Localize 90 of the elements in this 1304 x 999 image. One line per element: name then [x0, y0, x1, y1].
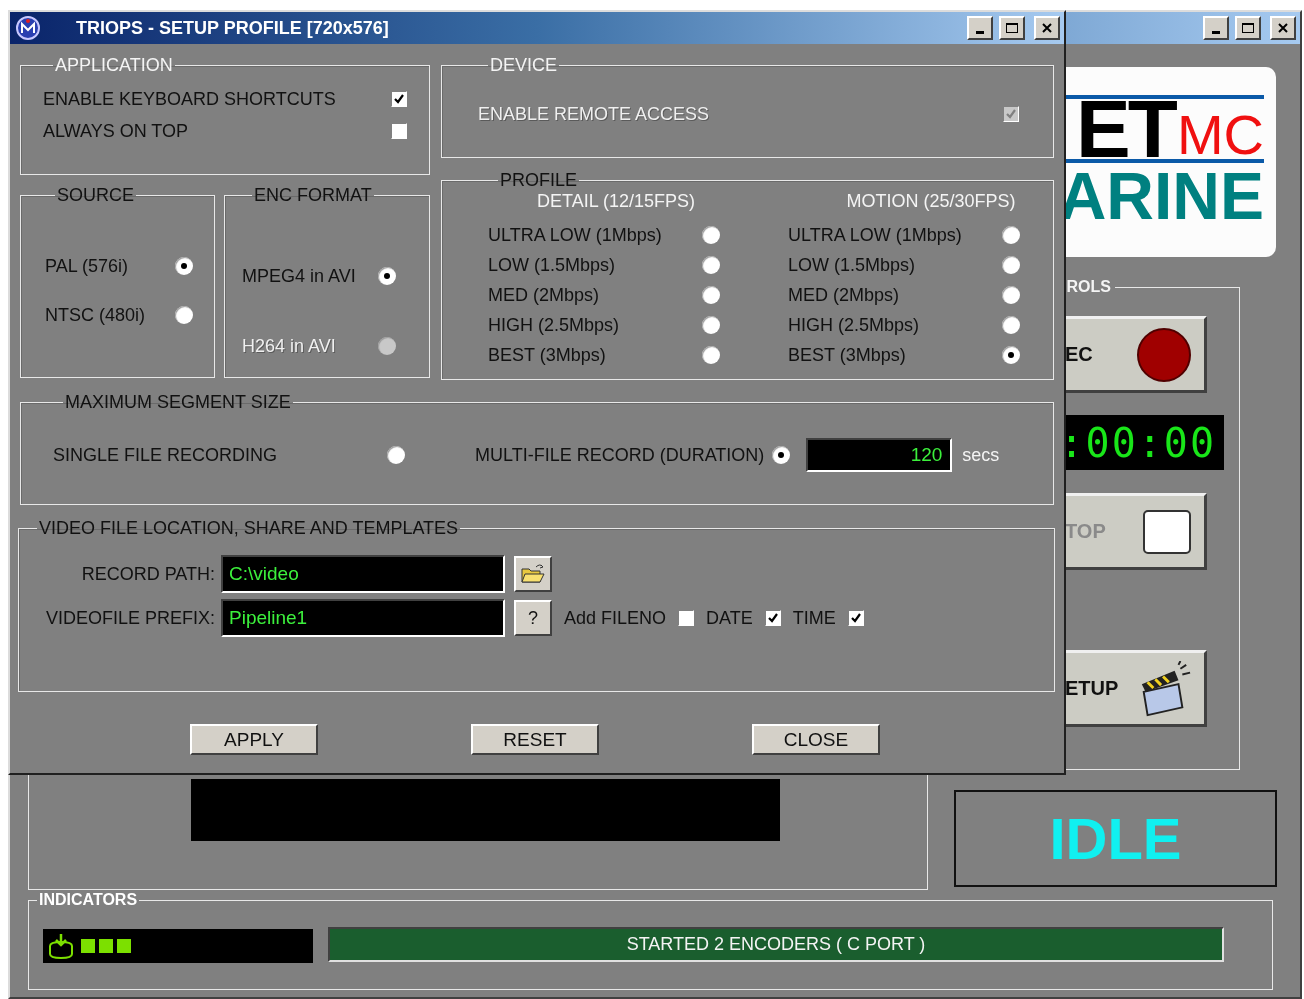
duration-field[interactable]: 120	[806, 438, 953, 472]
option-label: DATE	[706, 607, 753, 629]
option-label: LOW (1.5Mbps)	[788, 254, 917, 276]
option-label: H264 in AVI	[242, 335, 337, 357]
option-label: MPEG4 in AVI	[242, 265, 357, 287]
group-title: VIDEO FILE LOCATION, SHARE AND TEMPLATES	[38, 518, 460, 538]
status-display: IDLE	[954, 790, 1277, 887]
close-icon	[1040, 22, 1054, 34]
path-field[interactable]: C:\video	[221, 555, 505, 593]
maximize-button[interactable]	[1235, 16, 1261, 40]
radio-button[interactable]	[702, 226, 720, 244]
dialog-button[interactable]: APPLY	[190, 724, 318, 755]
folder-icon	[520, 563, 546, 585]
maximize-button[interactable]	[999, 16, 1025, 40]
option-label: BEST (3Mbps)	[488, 344, 607, 366]
option-label: MED (2Mbps)	[488, 284, 600, 306]
record-icon	[1136, 326, 1192, 383]
option-label: MULTI-FILE RECORD (DURATION)	[475, 444, 765, 466]
window-title: TRIOPS - SETUP PROFILE [720x576]	[76, 17, 389, 39]
maximize-icon	[1005, 22, 1019, 34]
minimize-button[interactable]	[967, 16, 993, 40]
radio-button[interactable]	[772, 446, 791, 464]
prefix-field[interactable]: Pipeline1	[221, 599, 505, 637]
option-label: Add FILENO	[564, 607, 667, 629]
radio-button[interactable]	[702, 286, 720, 304]
level-squares-icon	[81, 939, 131, 953]
group-title: ENC FORMAT	[253, 185, 373, 205]
checkbox[interactable]	[678, 610, 695, 626]
radio-button[interactable]	[702, 256, 720, 274]
close-button[interactable]	[1270, 16, 1296, 40]
check-icon	[1004, 107, 1018, 121]
radio-button[interactable]	[702, 316, 720, 334]
option-label: TIME	[792, 607, 836, 629]
unit-label: secs	[962, 444, 1000, 466]
checkbox[interactable]	[391, 91, 407, 107]
minimize-icon	[976, 31, 984, 34]
option-label: SINGLE FILE RECORDING	[53, 444, 279, 466]
check-icon	[848, 611, 863, 625]
browse-button[interactable]	[514, 556, 552, 592]
field-label: RECORD PATH:	[80, 563, 215, 585]
option-label: ULTRA LOW (1Mbps)	[488, 224, 663, 246]
help-button[interactable]: ?	[514, 600, 552, 636]
check-icon	[392, 92, 406, 106]
radio-button[interactable]	[1002, 256, 1020, 274]
checkbox[interactable]	[847, 610, 864, 626]
option-label: LOW (1.5Mbps)	[488, 254, 617, 276]
app-icon	[16, 16, 40, 40]
close-icon	[1276, 22, 1290, 34]
radio-button[interactable]	[378, 267, 396, 285]
radio-button[interactable]	[1002, 226, 1020, 244]
field-label: VIDEOFILE PREFIX:	[44, 607, 215, 629]
checkbox[interactable]	[764, 610, 781, 626]
group-title: SOURCE	[56, 185, 135, 205]
group-title: MAXIMUM SEGMENT SIZE	[64, 392, 292, 412]
square-icon	[1142, 508, 1192, 555]
column-heading: MOTION (25/30FPS)	[845, 190, 1017, 212]
option-label: PAL (576i)	[45, 254, 130, 277]
option-label: ULTRA LOW (1Mbps)	[788, 224, 963, 246]
radio-button[interactable]	[1002, 286, 1020, 304]
option-label: ALWAYS ON TOP	[43, 120, 189, 142]
checkbox[interactable]	[391, 123, 407, 139]
option-label: MED (2Mbps)	[788, 284, 900, 306]
option-label: NTSC (480i)	[45, 303, 147, 326]
minimize-button[interactable]	[1203, 16, 1229, 40]
dialog-button[interactable]: RESET	[471, 724, 599, 755]
logo-text: ARINE	[1058, 165, 1264, 227]
radio-button[interactable]	[175, 305, 193, 324]
close-button[interactable]	[1034, 16, 1060, 40]
check-icon	[765, 611, 780, 625]
option-label: HIGH (2.5Mbps)	[488, 314, 621, 336]
group-title: PROFILE	[499, 170, 579, 190]
radio-button[interactable]	[387, 446, 405, 464]
radio-button[interactable]	[1002, 346, 1020, 364]
radio-button[interactable]	[1002, 316, 1020, 334]
column-heading: DETAIL (12/15FPS)	[535, 190, 697, 212]
radio-button[interactable]	[702, 346, 720, 364]
radio-button[interactable]	[175, 256, 193, 275]
option-label: HIGH (2.5Mbps)	[788, 314, 921, 336]
dialog-button[interactable]: CLOSE	[752, 724, 880, 755]
option-label: BEST (3Mbps)	[788, 344, 907, 366]
group-title: APPLICATION	[54, 55, 174, 75]
option-label: ENABLE REMOTE ACCESS	[478, 103, 710, 125]
maximize-icon	[1241, 22, 1255, 34]
logo-text: ET	[1076, 99, 1175, 159]
group-title: DEVICE	[489, 55, 559, 75]
option-label: ENABLE KEYBOARD SHORTCUTS	[43, 88, 336, 110]
status-message: STARTED 2 ENCODERS ( C PORT )	[328, 927, 1224, 962]
drive-download-icon	[47, 932, 75, 960]
logo-text: MC	[1176, 111, 1264, 159]
minimize-icon	[1212, 31, 1220, 34]
